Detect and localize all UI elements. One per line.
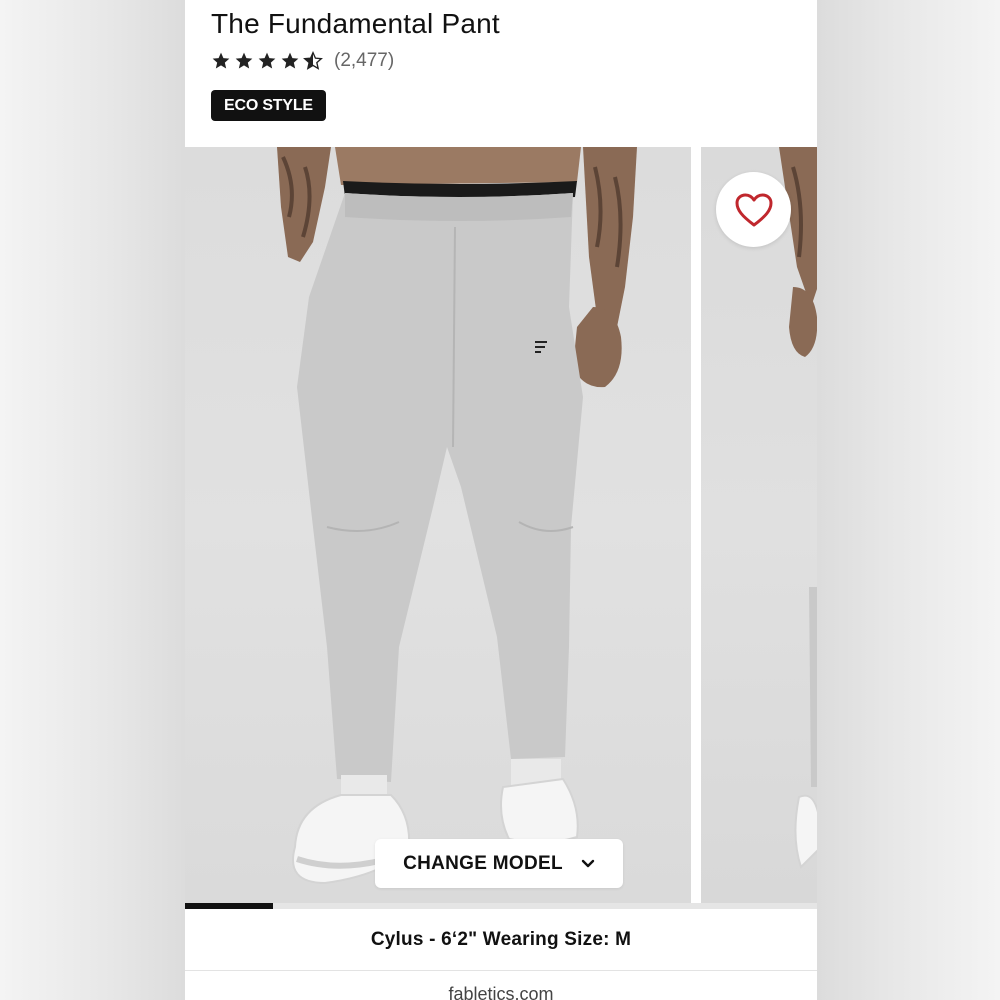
product-image-gallery[interactable]: CHANGE MODEL	[185, 147, 817, 903]
product-photo-next[interactable]	[701, 147, 817, 903]
product-title: The Fundamental Pant	[211, 8, 500, 39]
star-icon	[234, 51, 254, 71]
half-star-icon	[303, 51, 323, 71]
divider	[185, 970, 817, 971]
review-count[interactable]: (2,477)	[334, 50, 394, 72]
change-model-button[interactable]: CHANGE MODEL	[375, 839, 623, 888]
star-icon	[280, 51, 300, 71]
backdrop-right	[817, 0, 1000, 1000]
product-photo-main[interactable]: CHANGE MODEL	[185, 147, 691, 903]
product-header: The Fundamental Pant (2,477) ECO STYLE	[185, 0, 817, 146]
favorite-button[interactable]	[716, 172, 791, 247]
star-icon	[211, 51, 231, 71]
site-domain[interactable]: fabletics.com	[185, 984, 817, 1000]
heart-icon	[734, 192, 774, 228]
backdrop-left	[0, 0, 185, 1000]
rating-row[interactable]: (2,477)	[211, 48, 394, 74]
model-info: Cylus - 6‘2" Wearing Size: M	[185, 909, 817, 971]
chevron-down-icon	[581, 859, 595, 869]
eco-style-badge: ECO STYLE	[211, 90, 326, 121]
star-icon	[257, 51, 277, 71]
change-model-label: CHANGE MODEL	[403, 852, 563, 874]
product-page: The Fundamental Pant (2,477) ECO STYLE C…	[185, 0, 817, 1000]
